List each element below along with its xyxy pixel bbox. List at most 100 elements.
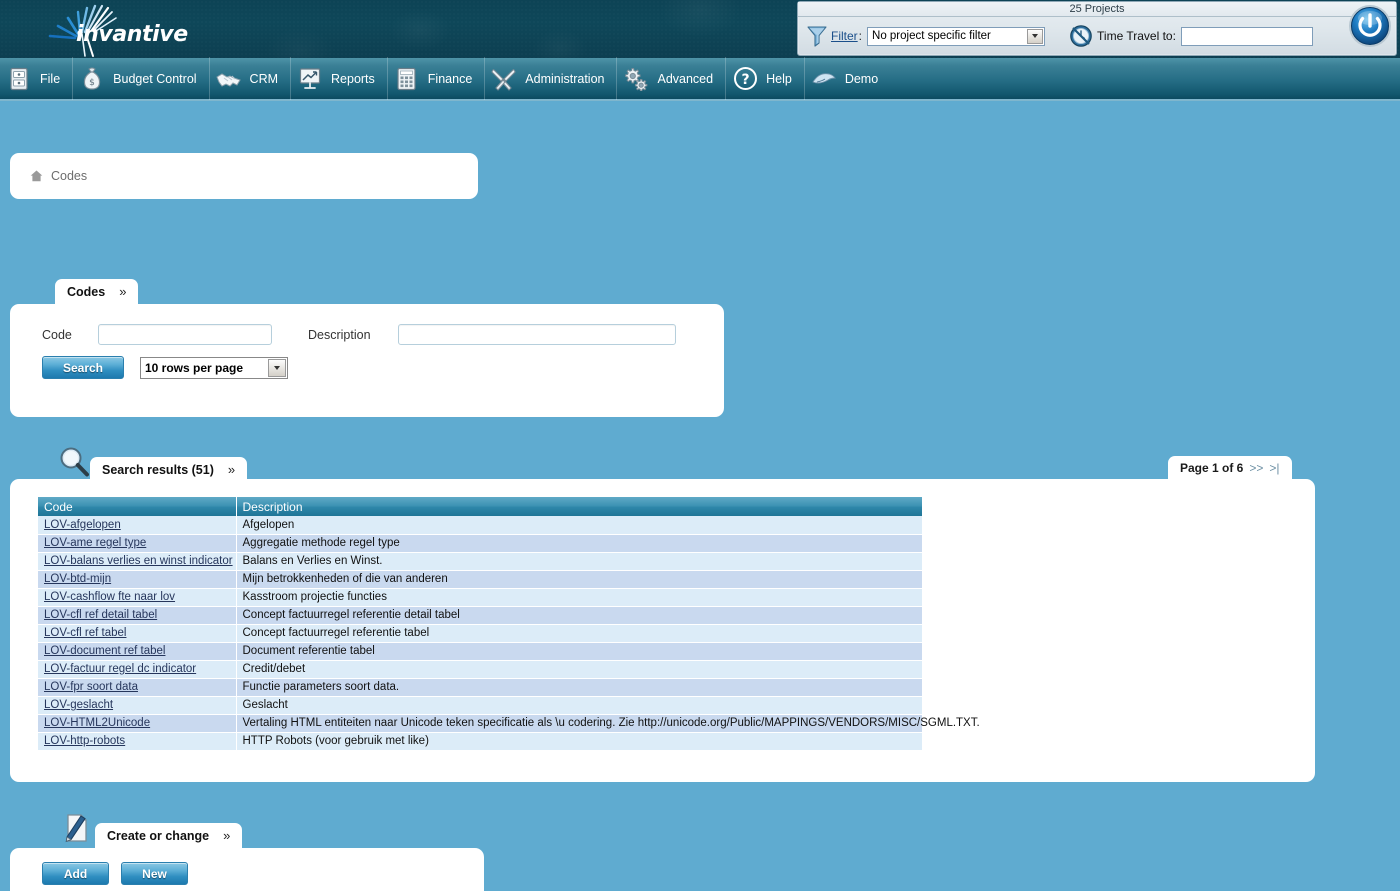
row-description: HTTP Robots (voor gebruik met like)	[236, 732, 922, 750]
money-bag-icon: $	[79, 66, 105, 92]
row-description: Balans en Verlies en Winst.	[236, 552, 922, 570]
table-row[interactable]: LOV-document ref tabel Document referent…	[38, 642, 922, 660]
row-description: Vertaling HTML entiteiten naar Unicode t…	[236, 714, 922, 732]
row-code-link[interactable]: LOV-factuur regel dc indicator	[44, 663, 196, 675]
menu-label-reports: Reports	[331, 72, 375, 86]
menu-item-crm[interactable]: CRM	[210, 57, 291, 100]
description-search-label: Description	[308, 328, 398, 342]
table-row[interactable]: LOV-factuur regel dc indicator Credit/de…	[38, 660, 922, 678]
row-code-link[interactable]: LOV-cfl ref tabel	[44, 627, 126, 639]
top-header: invantive 25 Projects Filter : No projec…	[0, 0, 1400, 58]
description-search-input[interactable]	[398, 324, 676, 345]
next-page-button[interactable]: >>	[1249, 461, 1263, 475]
table-row[interactable]: LOV-cfl ref tabel Concept factuurregel r…	[38, 624, 922, 642]
breadcrumb-text: Codes	[51, 169, 87, 183]
tab-search-results[interactable]: Search results (51) »	[90, 457, 247, 482]
column-header-description[interactable]: Description	[236, 497, 922, 516]
project-count-label: 25 Projects	[798, 2, 1396, 17]
row-code-link[interactable]: LOV-cfl ref detail tabel	[44, 609, 157, 621]
table-row[interactable]: LOV-http-robots HTTP Robots (voor gebrui…	[38, 732, 922, 750]
tab-create-or-change[interactable]: Create or change »	[95, 823, 242, 848]
row-description: Concept factuurregel referentie tabel	[236, 624, 922, 642]
chevron-down-icon[interactable]	[268, 359, 286, 377]
time-travel-icon[interactable]	[1069, 24, 1093, 48]
table-row[interactable]: LOV-balans verlies en winst indicator Ba…	[38, 552, 922, 570]
filter-link[interactable]: Filter	[831, 29, 858, 43]
table-header-row: Code Description	[38, 497, 922, 516]
row-code-link[interactable]: LOV-cashflow fte naar lov	[44, 591, 175, 603]
project-filter-panel: 25 Projects Filter : No project specific…	[797, 1, 1397, 56]
table-row[interactable]: LOV-fpr soort data Functie parameters so…	[38, 678, 922, 696]
search-results-panel: Code Description LOV-afgelopen Afgelopen…	[10, 479, 1315, 782]
new-button[interactable]: New	[121, 862, 188, 885]
row-code-link[interactable]: LOV-ame regel type	[44, 537, 146, 549]
chevron-up-double-icon[interactable]: »	[223, 829, 230, 842]
menu-item-file[interactable]: File	[0, 57, 73, 100]
table-row[interactable]: LOV-geslacht Geslacht	[38, 696, 922, 714]
time-travel-input[interactable]	[1181, 27, 1313, 46]
chevron-up-double-icon[interactable]: »	[119, 285, 126, 298]
svg-text:?: ?	[741, 72, 749, 88]
codes-search-panel: Code Description Search 10 rows per page	[10, 304, 724, 417]
add-button[interactable]: Add	[42, 862, 109, 885]
row-code-link[interactable]: LOV-document ref tabel	[44, 645, 165, 657]
menu-label-help: Help	[766, 72, 792, 86]
row-code-link[interactable]: LOV-geslacht	[44, 699, 113, 711]
menu-item-administration[interactable]: Administration	[485, 57, 617, 100]
menu-item-advanced[interactable]: Advanced	[617, 57, 726, 100]
tab-codes[interactable]: Codes »	[55, 279, 138, 304]
menu-item-budget-control[interactable]: $ Budget Control	[73, 57, 209, 100]
magnifier-icon	[57, 445, 91, 479]
dolphin-icon	[811, 66, 837, 92]
column-header-code[interactable]: Code	[38, 497, 236, 516]
menu-item-demo[interactable]: Demo	[805, 57, 890, 100]
rows-per-page-select[interactable]: 10 rows per page	[140, 357, 288, 379]
row-code-link[interactable]: LOV-http-robots	[44, 735, 125, 747]
row-description: Credit/debet	[236, 660, 922, 678]
funnel-icon	[806, 24, 828, 48]
table-row[interactable]: LOV-cfl ref detail tabel Concept factuur…	[38, 606, 922, 624]
handshake-icon	[216, 66, 242, 92]
menu-label-administration: Administration	[525, 72, 604, 86]
home-icon[interactable]	[30, 170, 43, 182]
row-description: Concept factuurregel referentie detail t…	[236, 606, 922, 624]
menu-label-finance: Finance	[428, 72, 472, 86]
chevron-down-icon[interactable]	[1027, 29, 1043, 44]
row-description: Functie parameters soort data.	[236, 678, 922, 696]
row-code-link[interactable]: LOV-btd-mijn	[44, 573, 111, 585]
table-row[interactable]: LOV-btd-mijn Mijn betrokkenheden of die …	[38, 570, 922, 588]
search-button[interactable]: Search	[42, 356, 124, 379]
row-description: Afgelopen	[236, 516, 922, 534]
chevron-up-double-icon[interactable]: »	[228, 463, 235, 476]
breadcrumb: Codes	[10, 153, 478, 199]
calculator-icon	[394, 66, 420, 92]
code-search-input[interactable]	[98, 324, 272, 345]
time-travel-label: Time Travel to:	[1097, 29, 1176, 43]
table-row[interactable]: LOV-HTML2Unicode Vertaling HTML entiteit…	[38, 714, 922, 732]
row-code-link[interactable]: LOV-afgelopen	[44, 519, 121, 531]
row-code-link[interactable]: LOV-balans verlies en winst indicator	[44, 555, 233, 567]
logo-text: invantive	[76, 22, 188, 47]
tab-codes-label: Codes	[67, 285, 105, 299]
menu-item-reports[interactable]: Reports	[291, 57, 388, 100]
tools-icon	[491, 66, 517, 92]
cabinet-icon	[6, 66, 32, 92]
row-description: Geslacht	[236, 696, 922, 714]
power-icon[interactable]	[1348, 4, 1392, 48]
menu-label-demo: Demo	[845, 72, 878, 86]
table-row[interactable]: LOV-ame regel type Aggregatie methode re…	[38, 534, 922, 552]
table-row[interactable]: LOV-afgelopen Afgelopen	[38, 516, 922, 534]
app-logo[interactable]: invantive	[30, 0, 210, 58]
row-code-link[interactable]: LOV-fpr soort data	[44, 681, 138, 693]
menu-item-finance[interactable]: Finance	[388, 57, 485, 100]
table-row[interactable]: LOV-cashflow fte naar lov Kasstroom proj…	[38, 588, 922, 606]
pagination: Page 1 of 6 >> >|	[1168, 456, 1292, 480]
menu-item-help[interactable]: ? Help	[726, 57, 805, 100]
project-filter-select[interactable]: No project specific filter	[867, 27, 1045, 46]
svg-text:$: $	[89, 78, 95, 88]
row-description: Aggregatie methode regel type	[236, 534, 922, 552]
presentation-chart-icon	[297, 66, 323, 92]
last-page-button[interactable]: >|	[1269, 461, 1279, 475]
row-description: Document referentie tabel	[236, 642, 922, 660]
row-code-link[interactable]: LOV-HTML2Unicode	[44, 717, 150, 729]
